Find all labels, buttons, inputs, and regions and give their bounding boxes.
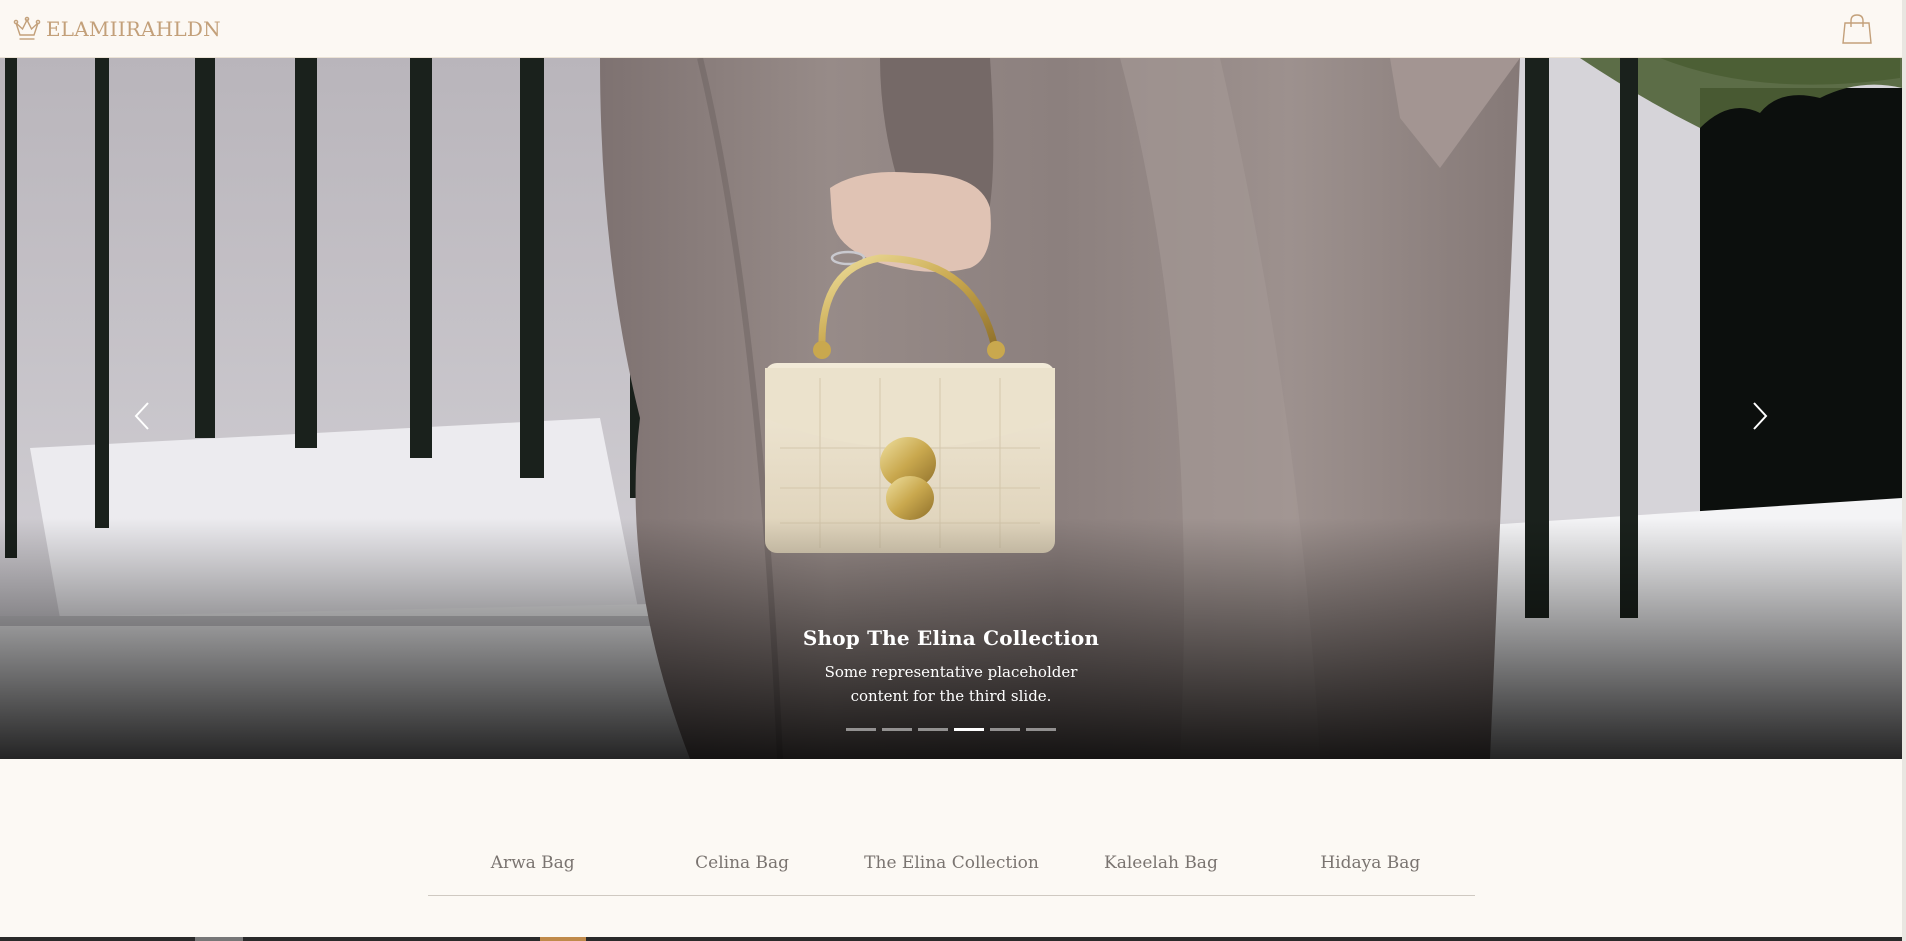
chevron-right-icon — [1751, 401, 1769, 435]
site-header: ELAMIIRAHLDN — [0, 0, 1902, 58]
collection-link-arwa[interactable]: Arwa Bag — [428, 840, 637, 895]
brand-logo-link[interactable]: ELAMIIRAHLDN — [12, 14, 221, 44]
carousel-indicator-2[interactable] — [882, 728, 912, 731]
taskbar-strip — [0, 937, 1906, 941]
carousel-prev-button[interactable] — [112, 388, 172, 448]
collection-link-hidaya[interactable]: Hidaya Bag — [1266, 840, 1475, 895]
chevron-left-icon — [133, 401, 151, 435]
slide-title: Shop The Elina Collection — [802, 626, 1100, 650]
collection-nav: Arwa Bag Celina Bag The Elina Collection… — [428, 840, 1475, 896]
hero-carousel: Shop The Elina Collection Some represent… — [0, 58, 1902, 759]
carousel-next-button[interactable] — [1730, 388, 1790, 448]
collection-link-celina[interactable]: Celina Bag — [637, 840, 846, 895]
collection-link-elina[interactable]: The Elina Collection — [847, 840, 1056, 895]
carousel-indicator-1[interactable] — [846, 728, 876, 731]
crown-icon — [12, 14, 42, 44]
carousel-indicator-4[interactable] — [954, 728, 984, 731]
brand-name: ELAMIIRAHLDN — [46, 17, 221, 41]
collection-link-kaleelah[interactable]: Kaleelah Bag — [1056, 840, 1265, 895]
carousel-indicator-5[interactable] — [990, 728, 1020, 731]
scrollbar[interactable] — [1902, 0, 1906, 941]
taskbar-item[interactable] — [540, 937, 586, 941]
carousel-indicator-3[interactable] — [918, 728, 948, 731]
slide-text: Some representative placeholder content … — [824, 663, 1078, 705]
shopping-bag-icon[interactable] — [1840, 12, 1874, 46]
carousel-indicator-6[interactable] — [1026, 728, 1056, 731]
carousel-indicators — [0, 728, 1902, 731]
carousel-caption: Shop The Elina Collection Some represent… — [0, 626, 1902, 708]
taskbar-item[interactable] — [195, 937, 243, 941]
